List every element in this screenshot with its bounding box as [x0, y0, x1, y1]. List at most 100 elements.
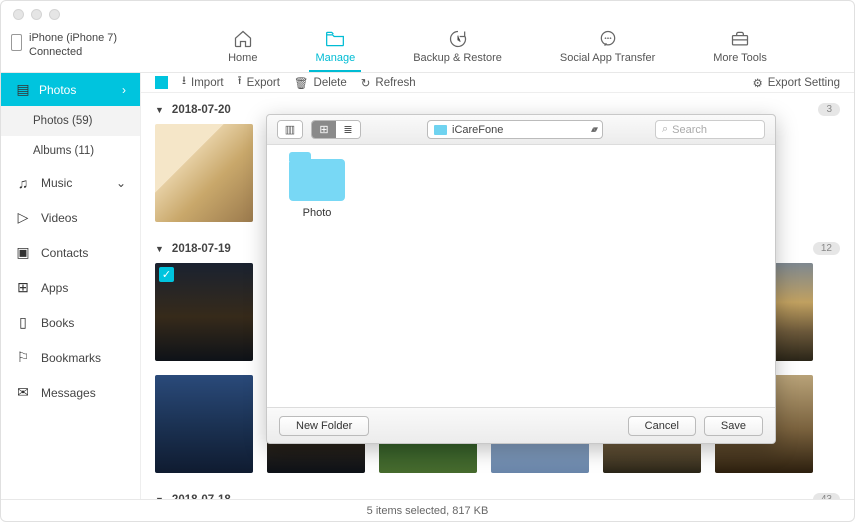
- button-label: Import: [191, 77, 224, 89]
- export-button[interactable]: ⭱ Export: [238, 73, 280, 92]
- restore-icon: [447, 29, 469, 49]
- new-folder-button[interactable]: New Folder: [279, 416, 369, 436]
- minimize-window-icon[interactable]: [31, 9, 42, 20]
- maximize-window-icon[interactable]: [49, 9, 60, 20]
- phone-icon: [11, 34, 22, 51]
- folder-icon: [434, 125, 447, 135]
- search-placeholder: Search: [672, 124, 707, 136]
- bookmark-icon: ⚐: [15, 349, 31, 366]
- button-label: New Folder: [296, 420, 352, 432]
- status-text: 5 items selected, 817 KB: [367, 505, 489, 517]
- folder-item[interactable]: Photo: [281, 159, 353, 219]
- close-window-icon[interactable]: [13, 9, 24, 20]
- sidebar-item-label: Apps: [41, 281, 68, 295]
- export-setting-button[interactable]: ⚙Export Setting: [752, 76, 840, 90]
- top-tabs: Home Manage Backup & Restore Social App …: [141, 27, 854, 72]
- contact-icon: ▣: [15, 244, 31, 261]
- column-view-icon[interactable]: ▥: [278, 121, 302, 138]
- updown-icon: ▴▾: [591, 124, 596, 135]
- tab-label: Backup & Restore: [413, 52, 502, 64]
- list-view-icon[interactable]: ≣: [336, 121, 360, 138]
- sidebar-item-apps[interactable]: ⊞ Apps: [1, 270, 140, 305]
- sidebar-item-label: Albums (11): [33, 145, 94, 157]
- folder-path-dropdown[interactable]: iCareFone ▴▾: [427, 120, 603, 139]
- tab-label: Social App Transfer: [560, 52, 655, 64]
- date-group-header[interactable]: ▼ 2018-07-18 43: [141, 483, 854, 499]
- group-count-badge: 3: [818, 103, 840, 116]
- device-info: iPhone (iPhone 7) Connected: [1, 27, 141, 72]
- tab-label: Manage: [315, 52, 355, 64]
- search-input[interactable]: ⌕ Search: [655, 120, 765, 139]
- sidebar-item-photos[interactable]: ▤ Photos ›: [1, 73, 140, 106]
- select-all-checkbox[interactable]: [155, 76, 168, 89]
- photo-thumbnail[interactable]: [155, 375, 253, 473]
- sidebar-item-label: Messages: [41, 386, 96, 400]
- device-status: Connected: [29, 45, 141, 59]
- photo-icon: ▤: [15, 81, 31, 98]
- sidebar-sub-albums[interactable]: Albums (11): [1, 136, 140, 166]
- chevron-right-icon: ›: [122, 83, 126, 97]
- cancel-button[interactable]: Cancel: [628, 416, 696, 436]
- sidebar: ▤ Photos › Photos (59) Albums (11) ♫ Music…: [1, 73, 141, 499]
- button-label: Cancel: [645, 420, 679, 432]
- sidebar-item-label: Books: [41, 316, 74, 330]
- traffic-lights[interactable]: [13, 9, 60, 20]
- import-icon: ⭳: [182, 73, 186, 92]
- status-bar: 5 items selected, 817 KB: [1, 499, 854, 521]
- button-label: Export: [247, 77, 280, 89]
- sidebar-item-label: Photos: [39, 83, 76, 97]
- search-icon: ⌕: [662, 123, 668, 136]
- folder-icon: [324, 29, 346, 49]
- delete-button[interactable]: 🗑Delete: [294, 76, 347, 90]
- sidebar-toggle-seg[interactable]: ▥: [277, 120, 303, 139]
- disclosure-triangle-icon: ▼: [155, 244, 164, 254]
- photo-thumbnail[interactable]: [155, 124, 253, 222]
- sidebar-item-videos[interactable]: ▷Videos: [1, 200, 140, 235]
- tab-backup[interactable]: Backup & Restore: [407, 27, 508, 72]
- group-count-badge: 12: [813, 242, 840, 255]
- play-icon: ▷: [15, 209, 31, 226]
- message-icon: ✉: [15, 384, 31, 401]
- photo-thumbnail[interactable]: [155, 263, 253, 361]
- sidebar-item-label: Contacts: [41, 246, 88, 260]
- sidebar-item-bookmarks[interactable]: ⚐ Bookmarks: [1, 340, 140, 375]
- save-button[interactable]: Save: [704, 416, 763, 436]
- tab-label: Home: [228, 52, 257, 64]
- save-dialog: ▥ ⊞ ≣ iCareFone ▴▾ ⌕ Search Photo New Fo…: [266, 114, 776, 444]
- sidebar-item-music[interactable]: ♫Music⌄: [1, 166, 140, 200]
- folder-path-label: iCareFone: [452, 124, 503, 136]
- sidebar-sub-photos[interactable]: Photos (59): [1, 106, 140, 136]
- tab-label: More Tools: [713, 52, 767, 64]
- chat-icon: [597, 29, 619, 49]
- dialog-footer: New Folder Cancel Save: [267, 407, 775, 443]
- icon-view-icon[interactable]: ⊞: [312, 121, 336, 138]
- dialog-file-area[interactable]: Photo: [267, 145, 775, 407]
- refresh-icon: ↻: [361, 76, 371, 90]
- sidebar-item-messages[interactable]: ✉ Messages: [1, 375, 140, 410]
- grid-icon: ⊞: [15, 279, 31, 296]
- sidebar-item-books[interactable]: ▯Books: [1, 305, 140, 340]
- tab-social[interactable]: Social App Transfer: [554, 27, 661, 72]
- tab-home[interactable]: Home: [222, 27, 263, 72]
- view-mode-seg[interactable]: ⊞ ≣: [311, 120, 361, 139]
- sidebar-item-contacts[interactable]: ▣ Contacts: [1, 235, 140, 270]
- import-button[interactable]: ⭳ Import: [182, 73, 224, 92]
- app-header: iPhone (iPhone 7) Connected Home Manage …: [1, 27, 854, 73]
- device-name: iPhone (iPhone 7): [29, 31, 141, 45]
- sidebar-item-label: Photos (59): [33, 115, 92, 127]
- tab-manage[interactable]: Manage: [309, 27, 361, 72]
- refresh-button[interactable]: ↻Refresh: [361, 76, 416, 90]
- sidebar-item-label: Bookmarks: [41, 351, 101, 365]
- home-icon: [232, 29, 254, 49]
- music-icon: ♫: [15, 175, 31, 191]
- folder-icon: [289, 159, 345, 201]
- disclosure-triangle-icon: ▼: [155, 105, 164, 115]
- sidebar-item-label: Music: [41, 176, 72, 190]
- toolbox-icon: [729, 29, 751, 49]
- tab-more[interactable]: More Tools: [707, 27, 773, 72]
- content-toolbar: ⭳ Import ⭱ Export 🗑Delete ↻Refresh ⚙Export…: [141, 73, 854, 93]
- trash-icon: 🗑: [294, 76, 309, 90]
- export-icon: ⭱: [238, 73, 242, 92]
- dialog-toolbar: ▥ ⊞ ≣ iCareFone ▴▾ ⌕ Search: [267, 115, 775, 145]
- gear-icon: ⚙: [752, 76, 762, 90]
